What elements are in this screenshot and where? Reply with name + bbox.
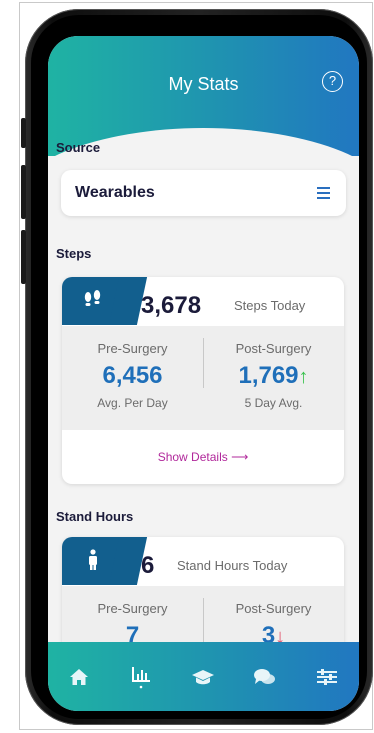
post-surgery-sub: 5 Day Avg.	[244, 396, 303, 410]
source-heading: Source	[56, 140, 101, 155]
post-surgery-label: Post-Surgery	[235, 341, 312, 356]
steps-today-label: Steps Today	[234, 298, 306, 313]
side-button-volume-up	[21, 165, 26, 219]
stand-today-value: 6	[141, 552, 155, 579]
menu-icon[interactable]	[317, 187, 330, 199]
education-icon[interactable]	[172, 642, 234, 711]
pre-surgery-sub: Avg. Per Day	[97, 396, 168, 410]
steps-pre-surgery: Pre-Surgery 6,456 Avg. Per Day	[62, 341, 203, 410]
stand-hours-heading: Stand Hours	[56, 509, 134, 524]
steps-comparison: Pre-Surgery 6,456 Avg. Per Day Post-Surg…	[62, 326, 344, 430]
chat-icon[interactable]	[234, 642, 296, 711]
app-screen: My Stats ? Source Wearables Steps 3,678 …	[48, 36, 359, 711]
side-button-volume-down	[21, 230, 26, 284]
pre-surgery-label: Pre-Surgery	[97, 341, 168, 356]
source-selector[interactable]: Wearables	[61, 170, 346, 216]
footprints-icon	[82, 289, 104, 317]
steps-heading: Steps	[56, 246, 92, 261]
side-button-mute	[21, 118, 26, 148]
stand-today-label: Stand Hours Today	[177, 558, 288, 573]
pre-surgery-label: Pre-Surgery	[97, 601, 168, 616]
steps-today-value: 3,678	[141, 292, 202, 319]
help-icon[interactable]: ?	[322, 71, 343, 92]
steps-card: 3,678 Steps Today Pre-Surgery 6,456 Avg.…	[62, 277, 344, 484]
pre-surgery-value: 6,456	[102, 362, 163, 389]
post-surgery-value-row: 1,769↑	[203, 362, 344, 390]
show-details-link[interactable]: Show Details ⟶	[62, 450, 344, 464]
trend-up-icon: ↑	[298, 366, 309, 388]
bottom-tab-bar	[48, 642, 359, 711]
post-surgery-value: 1,769	[238, 362, 299, 389]
page-title: My Stats	[168, 74, 239, 94]
source-value: Wearables	[75, 184, 155, 201]
post-surgery-label: Post-Surgery	[235, 601, 312, 616]
steps-post-surgery: Post-Surgery 1,769↑ 5 Day Avg.	[203, 341, 344, 410]
settings-sliders-icon[interactable]	[296, 642, 358, 711]
stats-icon[interactable]	[110, 642, 172, 711]
home-icon[interactable]	[48, 642, 110, 711]
person-icon	[86, 549, 100, 577]
